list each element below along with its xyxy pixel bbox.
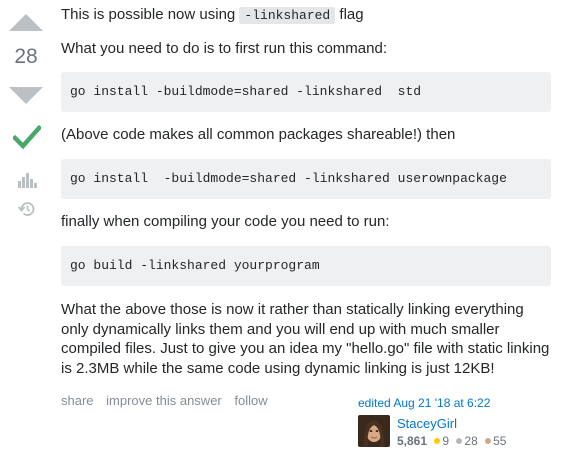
code-block-1: go install -buildmode=shared -linkshared…	[61, 72, 551, 112]
bronze-badge-count: 55	[493, 434, 507, 448]
paragraph-2: What you need to do is to first run this…	[61, 40, 387, 57]
avatar[interactable]	[358, 415, 390, 447]
improve-answer-link[interactable]: improve this answer	[106, 393, 222, 408]
paragraph-5: What the above those is now it rather th…	[61, 301, 550, 377]
code-block-3: go build -linkshared yourprogram	[61, 246, 551, 286]
history-icon[interactable]	[18, 200, 36, 218]
edited-timestamp[interactable]: edited Aug 21 '18 at 6:22	[358, 396, 490, 410]
checkmark-icon	[13, 124, 41, 150]
arrow-down-icon[interactable]	[9, 87, 43, 104]
bounty-icon	[18, 173, 37, 188]
post-menu: share improve this answer follow	[61, 393, 277, 408]
paragraph-1: This is possible now using -linkshared f…	[61, 5, 364, 26]
arrow-up-icon[interactable]	[9, 14, 43, 31]
silver-badge-icon	[456, 438, 463, 445]
vote-cell: 28	[0, 0, 52, 452]
inline-code-linkshared: -linkshared	[239, 7, 336, 24]
paragraph-4: finally when compiling your code you nee…	[61, 213, 390, 230]
avatar-image	[358, 415, 390, 447]
share-link[interactable]: share	[61, 393, 94, 408]
reputation-score: 5,861	[397, 434, 428, 448]
gold-badge-icon	[434, 438, 441, 445]
bronze-badge-icon	[485, 438, 492, 445]
gold-badge-count: 9	[442, 434, 450, 448]
code-block-2: go install -buildmode=shared -linkshared…	[61, 159, 551, 199]
paragraph-1-suffix: flag	[335, 6, 364, 23]
follow-link[interactable]: follow	[234, 393, 267, 408]
user-name[interactable]: StaceyGirl	[397, 416, 457, 431]
user-stats: 5,861 9 28 55	[397, 434, 506, 448]
silver-badge-count: 28	[464, 434, 478, 448]
vote-count: 28	[14, 45, 38, 68]
paragraph-1-text: This is possible now using	[61, 6, 240, 23]
paragraph-3: (Above code makes all common packages sh…	[61, 126, 456, 143]
